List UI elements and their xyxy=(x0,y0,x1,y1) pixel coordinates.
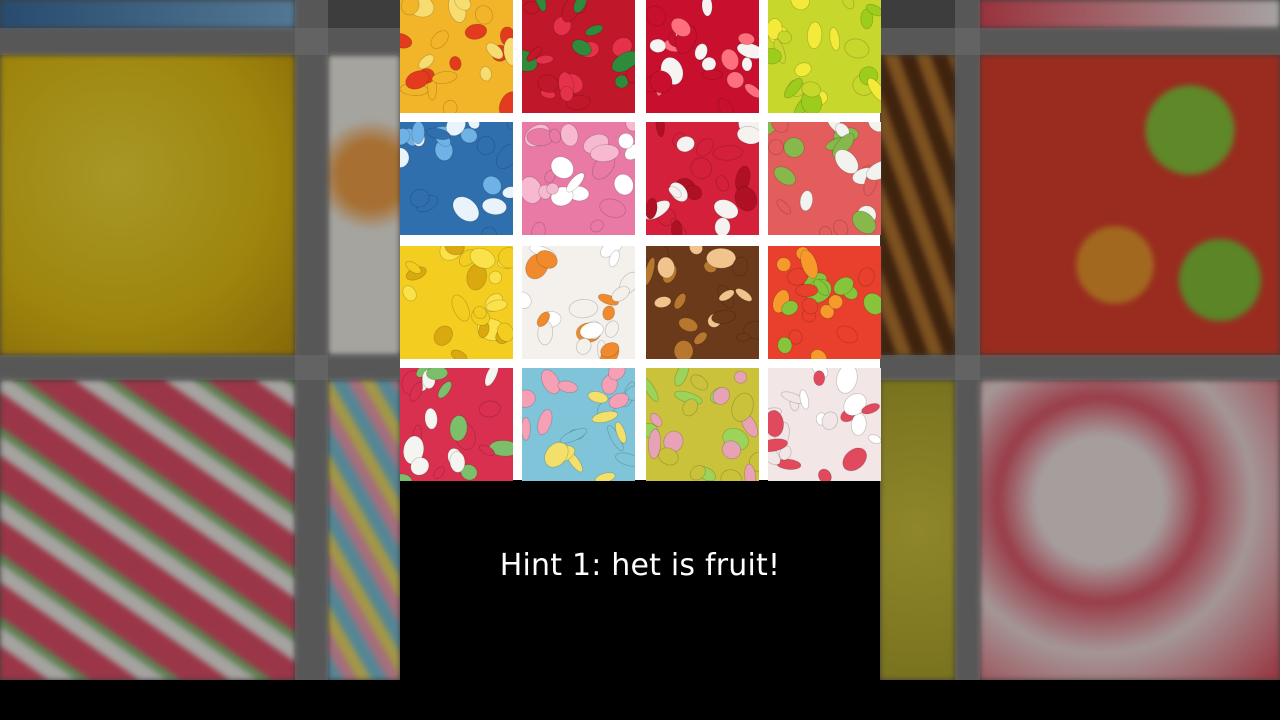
watermelon-slices-mini-icon xyxy=(768,122,881,235)
candy-image-grid xyxy=(400,0,881,481)
pink-foam-mushrooms-icon xyxy=(522,122,635,235)
heart-gummies-icon xyxy=(646,0,759,113)
pizza-gummies-icon xyxy=(400,0,513,113)
red-white-cables-icon xyxy=(646,122,759,235)
strawberry-gummies-icon xyxy=(522,0,635,113)
fruit-gums-mix-icon xyxy=(768,246,881,359)
sour-worms-icon xyxy=(522,368,635,481)
watermelon-slices-icon xyxy=(400,368,513,481)
banana-gummies-icon xyxy=(400,246,513,359)
fried-egg-gummies-icon xyxy=(522,246,635,359)
video-panel[interactable]: Hint 1: het is fruit! xyxy=(400,0,881,680)
sour-bunnies-icon xyxy=(646,368,759,481)
bottom-letterbox-bar xyxy=(0,680,1280,720)
strawberry-marshmallow-icon xyxy=(768,368,881,481)
cola-worms-icon xyxy=(646,246,759,359)
blue-sour-bricks-icon xyxy=(400,122,513,235)
subtitle-caption: Hint 1: het is fruit! xyxy=(499,548,781,583)
apple-gummies-icon xyxy=(768,0,881,113)
